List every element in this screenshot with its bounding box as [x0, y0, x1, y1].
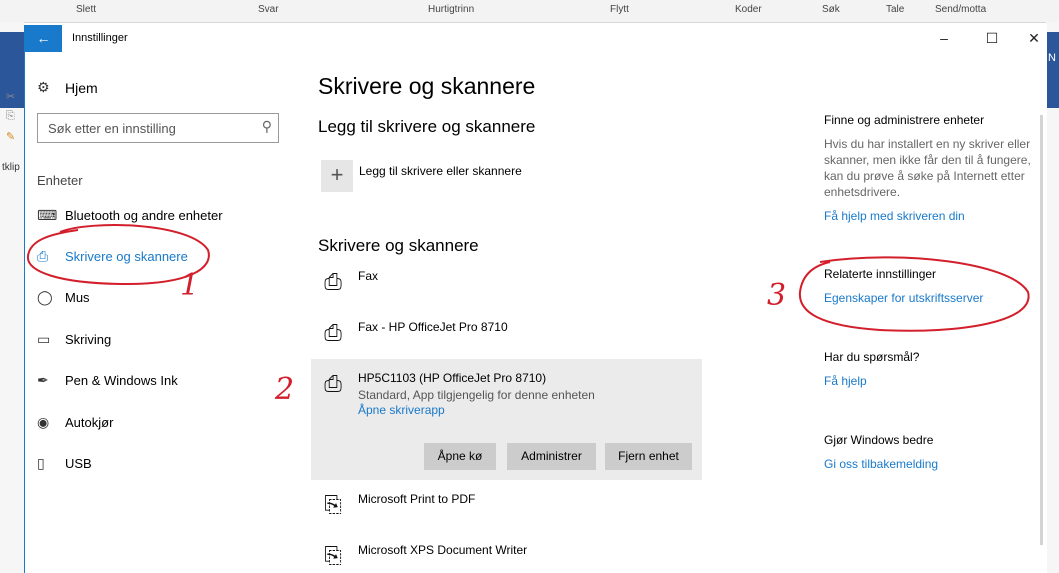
sidebar-item-label: Bluetooth og andre enheter — [65, 208, 223, 223]
ribbon-item-search[interactable]: Søk — [822, 4, 840, 15]
sidebar-item-bluetooth[interactable]: ⌨ Bluetooth og andre enheter — [37, 207, 223, 224]
annotation-number-1: 1 — [180, 268, 200, 303]
questions-heading: Har du spørsmål? — [824, 350, 920, 364]
scrollbar[interactable] — [1040, 115, 1043, 545]
bluetooth-devices-icon: ⌨ — [37, 207, 58, 223]
background-app-letter: N — [1048, 52, 1056, 64]
background-app-left: ✂ ⎘ ✎ tklip — [0, 22, 24, 573]
ribbon-item-tags[interactable]: Koder — [735, 4, 762, 15]
ribbon-item-speech[interactable]: Tale — [886, 4, 904, 15]
printer-name: HP5C1103 (HP OfficeJet Pro 8710) — [358, 371, 547, 385]
pdf-printer-icon: ⎘ — [324, 492, 342, 517]
page-title: Skrivere og skannere — [318, 73, 536, 99]
ribbon-item-send-receive[interactable]: Send/motta — [935, 4, 986, 15]
maximize-button[interactable]: ☐ — [977, 28, 1007, 48]
printer-icon: ⎙ — [324, 371, 342, 396]
sidebar-item-mouse[interactable]: ◯ Mus — [37, 289, 90, 306]
sidebar-item-usb[interactable]: ▯ USB — [37, 455, 92, 472]
printer-icon: ⎙ — [324, 269, 342, 294]
sidebar-item-label: USB — [65, 456, 92, 471]
printer-name: Microsoft Print to PDF — [358, 492, 476, 506]
add-printer-button[interactable]: + — [321, 160, 353, 192]
back-arrow-icon: ← — [36, 30, 51, 46]
window-title: Innstillinger — [72, 32, 128, 44]
ribbon-item-quicksteps[interactable]: Hurtigtrinn — [428, 4, 474, 15]
add-printer-label[interactable]: Legg til skrivere eller skannere — [359, 164, 522, 178]
close-button[interactable]: ✕ — [1019, 28, 1049, 48]
ribbon-item-move[interactable]: Flytt — [610, 4, 629, 15]
open-printer-app-link[interactable]: Åpne skriverapp — [358, 403, 445, 417]
add-section-heading: Legg til skrivere og skannere — [318, 117, 536, 136]
printer-status: Standard, App tilgjengelig for denne enh… — [358, 388, 595, 402]
search-icon[interactable]: ⚲ — [262, 118, 272, 135]
settings-search-input[interactable]: Søk etter en innstilling ⚲ — [37, 113, 279, 143]
search-placeholder: Søk etter en innstilling — [48, 121, 176, 136]
manage-button[interactable]: Administrer — [507, 443, 596, 470]
format-painter-icon: ✎ — [6, 131, 16, 143]
title-bar: ← Innstillinger – ☐ ✕ — [25, 25, 1047, 52]
background-app-right: N — [1046, 22, 1059, 573]
sidebar-item-label: Autokjør — [65, 415, 114, 430]
clipboard-label: tklip — [2, 162, 20, 173]
nav-home[interactable]: ⚙ Hjem — [37, 79, 98, 96]
ribbon-item-reply[interactable]: Svar — [258, 4, 279, 15]
keyboard-icon: ▭ — [37, 331, 51, 347]
print-server-properties-link[interactable]: Egenskaper for utskriftsserver — [824, 291, 983, 305]
related-settings-heading: Relaterte innstillinger — [824, 267, 937, 281]
gear-icon: ⚙ — [37, 79, 50, 95]
sidebar-item-label: Mus — [65, 290, 90, 305]
printer-name: Microsoft XPS Document Writer — [358, 543, 528, 557]
background-ribbon: Slett Svar Hurtigtrinn Flytt Koder Søk T… — [0, 0, 1059, 23]
remove-device-button[interactable]: Fjern enhet — [605, 443, 692, 470]
mouse-icon: ◯ — [37, 289, 53, 305]
feedback-link[interactable]: Gi oss tilbakemelding — [824, 457, 938, 471]
nav-home-label: Hjem — [65, 79, 98, 96]
section-devices: Enheter — [37, 173, 83, 188]
printer-help-link[interactable]: Få hjelp med skriveren din — [824, 209, 965, 223]
sidebar-item-typing[interactable]: ▭ Skriving — [37, 331, 111, 348]
find-devices-heading: Finne og administrere enheter — [824, 113, 985, 127]
printer-name: Fax - HP OfficeJet Pro 8710 — [358, 320, 508, 334]
annotation-number-3: 3 — [767, 278, 787, 313]
back-button[interactable]: ← — [25, 25, 62, 52]
feedback-heading: Gjør Windows bedre — [824, 433, 934, 447]
annotation-number-2: 2 — [275, 372, 295, 407]
open-queue-button[interactable]: Åpne kø — [424, 443, 496, 470]
scissors-icon: ✂ — [6, 91, 16, 103]
plus-icon: + — [330, 162, 344, 187]
settings-window: ← Innstillinger – ☐ ✕ ⚙ Hjem Søk etter e… — [24, 25, 1047, 573]
autoplay-icon: ◉ — [37, 414, 50, 430]
sidebar-item-label: Pen & Windows Ink — [65, 373, 178, 388]
pen-icon: ✒ — [37, 372, 49, 388]
printer-name: Fax — [358, 269, 379, 283]
minimize-button[interactable]: – — [929, 28, 959, 48]
usb-icon: ▯ — [37, 455, 45, 471]
sidebar-item-label: Skriving — [65, 332, 112, 347]
printer-icon: ⎙ — [324, 320, 342, 345]
get-help-link[interactable]: Få hjelp — [824, 374, 867, 388]
sidebar-item-printers[interactable]: ⎙ Skrivere og skannere — [37, 248, 188, 265]
copy-icon: ⎘ — [6, 110, 15, 122]
printer-icon: ⎙ — [37, 248, 49, 264]
sidebar-item-pen[interactable]: ✒ Pen & Windows Ink — [37, 372, 178, 389]
ribbon-item-delete[interactable]: Slett — [76, 4, 96, 15]
sidebar-item-autoplay[interactable]: ◉ Autokjør — [37, 414, 113, 431]
document-printer-icon: ⎘ — [324, 543, 342, 568]
find-devices-text: Hvis du har installert en ny skriver ell… — [824, 137, 1031, 199]
printer-list-heading: Skrivere og skannere — [318, 236, 479, 255]
sidebar-item-label: Skrivere og skannere — [65, 249, 188, 264]
